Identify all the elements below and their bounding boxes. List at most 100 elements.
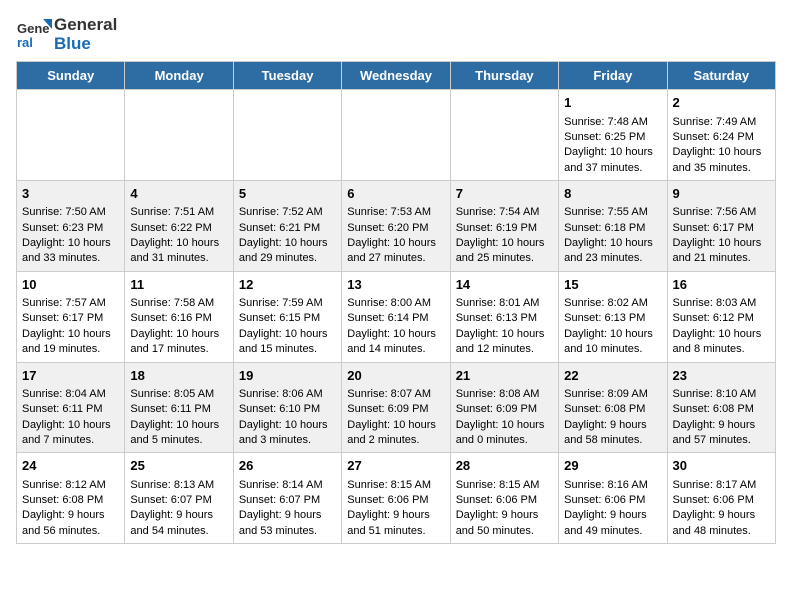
day-info: Daylight: 10 hours and 17 minutes.: [130, 327, 227, 358]
calendar-cell: [233, 90, 341, 181]
logo-wordmark: General Blue: [54, 16, 117, 53]
day-info: Sunrise: 8:14 AM: [239, 478, 336, 493]
day-number: 4: [130, 185, 227, 203]
calendar-cell: 3 Sunrise: 7:50 AMSunset: 6:23 PMDaylight…: [17, 181, 125, 272]
day-number: 8: [564, 185, 661, 203]
calendar-cell: 4Sunrise: 7:51 AMSunset: 6:22 PMDaylight…: [125, 181, 233, 272]
weekday-header-wednesday: Wednesday: [342, 62, 450, 90]
day-info: Sunset: 6:13 PM: [564, 311, 661, 326]
day-info: Daylight: 10 hours and 0 minutes.: [456, 418, 553, 449]
day-info: Daylight: 10 hours and 10 minutes.: [564, 327, 661, 358]
day-number: 26: [239, 457, 336, 475]
day-number: 29: [564, 457, 661, 475]
day-info: Sunset: 6:18 PM: [564, 221, 661, 236]
day-info: Sunset: 6:12 PM: [673, 311, 770, 326]
day-info: Sunset: 6:06 PM: [673, 493, 770, 508]
week-row-2: 3Sunrise: 7:50 AMSunset: 6:23 PMDaylight…: [17, 181, 776, 272]
day-number: 16: [673, 276, 770, 294]
day-info: Sunrise: 8:06 AM: [239, 387, 336, 402]
calendar-cell: 16Sunrise: 8:03 AMSunset: 6:12 PMDayligh…: [667, 271, 775, 362]
calendar-cell: 12Sunrise: 7:59 AMSunset: 6:15 PMDayligh…: [233, 271, 341, 362]
day-info: Sunset: 6:25 PM: [564, 130, 661, 145]
calendar-cell: 28Sunrise: 8:15 AMSunset: 6:06 PMDayligh…: [450, 453, 558, 544]
calendar-cell: 20Sunrise: 8:07 AMSunset: 6:09 PMDayligh…: [342, 362, 450, 453]
day-info: Sunrise: 8:13 AM: [130, 478, 227, 493]
day-info: Daylight: 10 hours and 31 minutes.: [130, 236, 227, 267]
day-info: Sunrise: 7:56 AM: [673, 205, 770, 220]
day-info: Daylight: 10 hours and 35 minutes.: [673, 145, 770, 176]
day-info: Sunrise: 8:02 AM: [564, 296, 661, 311]
day-info: Daylight: 9 hours and 49 minutes.: [564, 508, 661, 539]
day-number: 22: [564, 367, 661, 385]
day-info: Sunset: 6:13 PM: [456, 311, 553, 326]
day-info: Sunset: 6:09 PM: [456, 402, 553, 417]
day-number: 18: [130, 367, 227, 385]
day-info: Daylight: 10 hours and 3 minutes.: [239, 418, 336, 449]
day-info: Sunrise: 7:58 AM: [130, 296, 227, 311]
weekday-header-tuesday: Tuesday: [233, 62, 341, 90]
calendar-table: SundayMondayTuesdayWednesdayThursdayFrid…: [16, 61, 776, 544]
day-info: Sunset: 6:11 PM: [130, 402, 227, 417]
day-info: Sunrise: 8:15 AM: [456, 478, 553, 493]
day-number: 21: [456, 367, 553, 385]
day-number: 9: [673, 185, 770, 203]
calendar-cell: 6Sunrise: 7:53 AMSunset: 6:20 PMDaylight…: [342, 181, 450, 272]
day-number: 10: [22, 276, 119, 294]
svg-text:Gene: Gene: [17, 21, 50, 36]
day-info: Daylight: 10 hours and 14 minutes.: [347, 327, 444, 358]
day-info: Sunset: 6:15 PM: [239, 311, 336, 326]
calendar-cell: 10Sunrise: 7:57 AMSunset: 6:17 PMDayligh…: [17, 271, 125, 362]
day-info: Daylight: 10 hours and 8 minutes.: [673, 327, 770, 358]
calendar-cell: [125, 90, 233, 181]
day-info: Sunset: 6:17 PM: [673, 221, 770, 236]
calendar-cell: 23Sunrise: 8:10 AMSunset: 6:08 PMDayligh…: [667, 362, 775, 453]
day-info: Sunrise: 8:15 AM: [347, 478, 444, 493]
day-number: 23: [673, 367, 770, 385]
day-info: Sunset: 6:10 PM: [239, 402, 336, 417]
day-number: 24: [22, 457, 119, 475]
day-info: Sunrise: 8:01 AM: [456, 296, 553, 311]
day-info: Sunset: 6:14 PM: [347, 311, 444, 326]
day-info: Sunrise: 7:59 AM: [239, 296, 336, 311]
day-info: Sunset: 6:08 PM: [673, 402, 770, 417]
day-number: 14: [456, 276, 553, 294]
day-info: Sunrise: 7:55 AM: [564, 205, 661, 220]
day-info: Sunset: 6:23 PM: [22, 221, 119, 236]
day-info: Sunrise: 8:12 AM: [22, 478, 119, 493]
day-number: 6: [347, 185, 444, 203]
calendar-cell: 21Sunrise: 8:08 AMSunset: 6:09 PMDayligh…: [450, 362, 558, 453]
day-number: 30: [673, 457, 770, 475]
day-info: Sunrise: 7:52 AM: [239, 205, 336, 220]
calendar-cell: 2Sunrise: 7:49 AMSunset: 6:24 PMDaylight…: [667, 90, 775, 181]
weekday-header-sunday: Sunday: [17, 62, 125, 90]
day-info: Daylight: 10 hours and 21 minutes.: [673, 236, 770, 267]
calendar-cell: 11Sunrise: 7:58 AMSunset: 6:16 PMDayligh…: [125, 271, 233, 362]
day-info: Sunrise: 7:49 AM: [673, 115, 770, 130]
day-info: Sunrise: 8:16 AM: [564, 478, 661, 493]
weekday-header-friday: Friday: [559, 62, 667, 90]
day-info: Sunrise: 8:07 AM: [347, 387, 444, 402]
calendar-cell: 22Sunrise: 8:09 AMSunset: 6:08 PMDayligh…: [559, 362, 667, 453]
weekday-header-thursday: Thursday: [450, 62, 558, 90]
day-info: Sunrise: 7:54 AM: [456, 205, 553, 220]
day-number: 3: [22, 185, 119, 203]
calendar-cell: 25Sunrise: 8:13 AMSunset: 6:07 PMDayligh…: [125, 453, 233, 544]
calendar-cell: 19Sunrise: 8:06 AMSunset: 6:10 PMDayligh…: [233, 362, 341, 453]
weekday-header-monday: Monday: [125, 62, 233, 90]
day-info: Daylight: 10 hours and 12 minutes.: [456, 327, 553, 358]
day-info: Sunset: 6:08 PM: [564, 402, 661, 417]
calendar-cell: [342, 90, 450, 181]
day-info: Daylight: 10 hours and 37 minutes.: [564, 145, 661, 176]
calendar-cell: 7Sunrise: 7:54 AMSunset: 6:19 PMDaylight…: [450, 181, 558, 272]
day-info: Sunrise: 7:50 AM: [22, 205, 119, 220]
day-number: 15: [564, 276, 661, 294]
day-info: Daylight: 10 hours and 33 minutes.: [22, 236, 119, 267]
calendar-cell: 27Sunrise: 8:15 AMSunset: 6:06 PMDayligh…: [342, 453, 450, 544]
day-info: Sunrise: 7:51 AM: [130, 205, 227, 220]
weekday-header-saturday: Saturday: [667, 62, 775, 90]
calendar-cell: 30Sunrise: 8:17 AMSunset: 6:06 PMDayligh…: [667, 453, 775, 544]
day-info: Sunrise: 7:57 AM: [22, 296, 119, 311]
day-info: Daylight: 10 hours and 23 minutes.: [564, 236, 661, 267]
day-number: 25: [130, 457, 227, 475]
day-number: 7: [456, 185, 553, 203]
